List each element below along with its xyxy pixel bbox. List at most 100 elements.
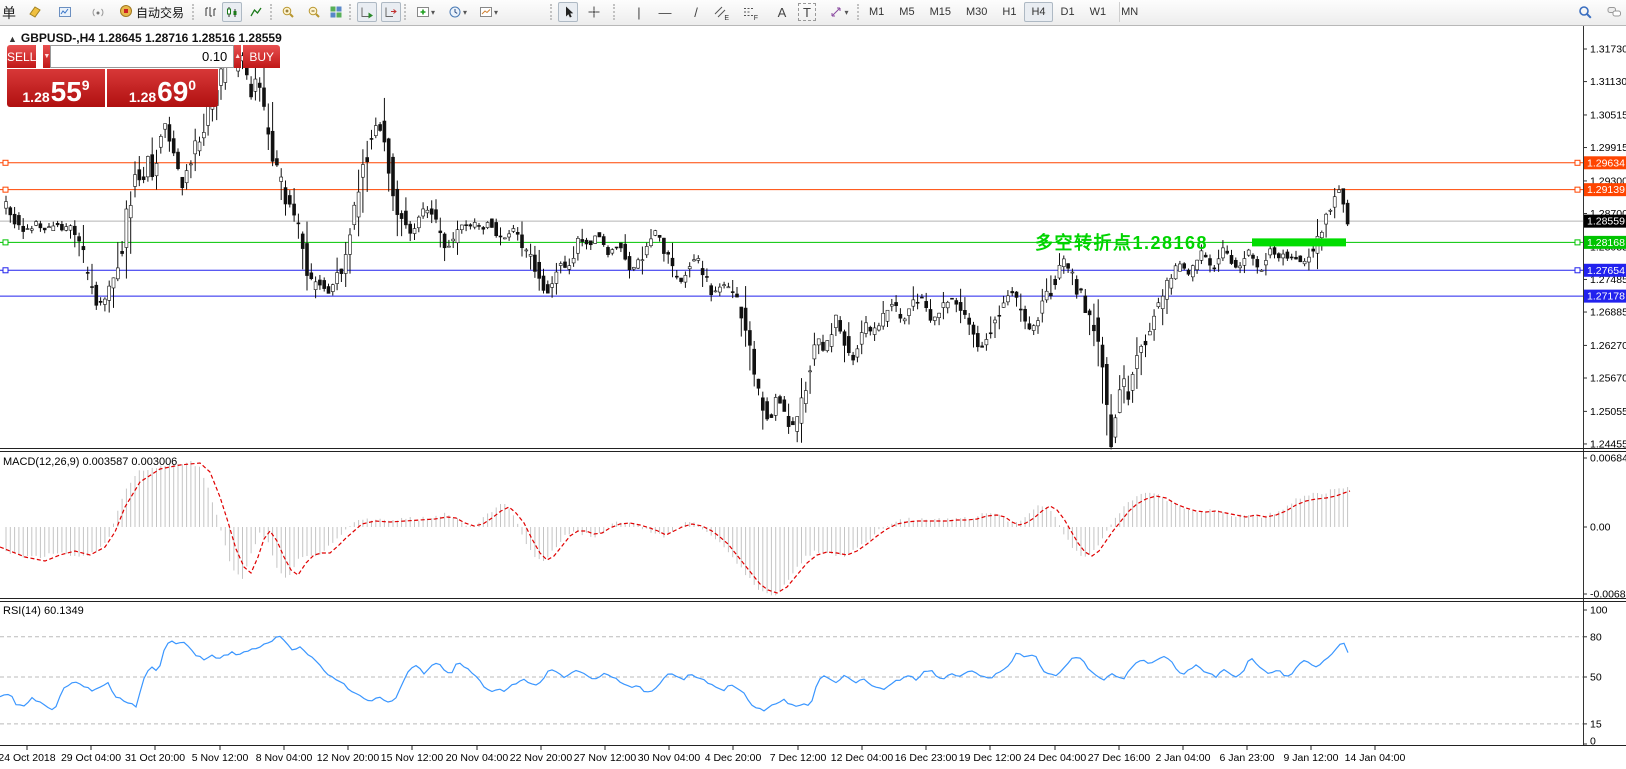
candle-body	[572, 258, 575, 263]
collapse-marker-icon[interactable]: ▲	[8, 34, 17, 44]
candle-body	[1110, 415, 1113, 447]
candle-body	[254, 79, 257, 91]
timeframe-button-h4[interactable]: H4	[1024, 2, 1052, 22]
volume-input[interactable]	[50, 45, 234, 68]
timeframe-button-w1[interactable]: W1	[1083, 2, 1114, 22]
candle-body	[1312, 249, 1315, 251]
tile-windows-button[interactable]	[326, 2, 346, 22]
line-handle[interactable]	[1575, 240, 1580, 245]
timeframe-button-m1[interactable]: M1	[862, 2, 891, 22]
autotrading-label: 自动交易	[136, 4, 184, 21]
search-button[interactable]	[1575, 2, 1595, 22]
main-toolbar: 单 自动交易 ▾ ▾	[0, 0, 1626, 26]
candle-body	[809, 371, 812, 372]
candle-body	[490, 219, 493, 228]
candle-body	[1080, 289, 1083, 290]
line-handle[interactable]	[3, 268, 8, 273]
cursor-button[interactable]	[558, 2, 578, 22]
chart-canvas[interactable]: 1.317301.311301.305151.299151.293001.287…	[0, 25, 1626, 769]
candle-body	[297, 223, 300, 224]
rsi-axis-label: 50	[1590, 672, 1602, 684]
highlight-bar[interactable]	[1252, 238, 1346, 246]
time-axis[interactable]: 24 Oct 201829 Oct 04:0031 Oct 20:005 Nov…	[0, 746, 1406, 764]
candle-body	[56, 223, 59, 224]
timeframe-button-d1[interactable]: D1	[1054, 2, 1082, 22]
signal-button[interactable]	[88, 2, 108, 22]
new-order-button[interactable]	[25, 2, 45, 22]
sell-button[interactable]: SELL	[7, 45, 36, 68]
time-tick-label: 14 Jan 04:00	[1345, 752, 1406, 764]
channel-tool-button[interactable]: E	[710, 2, 730, 22]
price-badge-label: 1.27654	[1587, 265, 1625, 277]
crosshair-button[interactable]	[584, 2, 604, 22]
line-handle[interactable]	[1575, 187, 1580, 192]
line-handle[interactable]	[3, 160, 8, 165]
sell-price-display[interactable]: 1.28559	[7, 69, 105, 107]
zoom-out-button[interactable]	[304, 2, 324, 22]
candle-body	[146, 156, 149, 176]
toolbar-grip[interactable]	[550, 4, 555, 20]
bar-chart-button[interactable]	[200, 2, 220, 22]
candle-body	[650, 239, 653, 246]
candle-body	[1002, 303, 1005, 307]
text-tool-button[interactable]: A	[772, 2, 792, 22]
auto-scroll-icon	[360, 5, 374, 19]
toolbar-grip[interactable]	[613, 4, 618, 20]
pivot-annotation[interactable]: 多空转折点1.28168	[1035, 229, 1208, 255]
candle-body	[516, 232, 519, 234]
candle-body	[564, 262, 567, 268]
candle-body	[843, 332, 846, 346]
candle-body	[1342, 189, 1345, 204]
fibonacci-tool-button[interactable]: F	[739, 2, 759, 22]
autotrading-button[interactable]: 自动交易	[116, 2, 187, 22]
periods-button[interactable]: ▾	[444, 2, 471, 22]
line-chart-button[interactable]	[246, 2, 266, 22]
rsi-name: RSI(14)	[3, 605, 41, 617]
candle-body	[981, 346, 984, 347]
candle-body	[602, 237, 605, 245]
arrows-tool-button[interactable]: ▾	[824, 2, 854, 22]
buy-price-display[interactable]: 1.28690	[107, 69, 218, 107]
zoom-in-button[interactable]	[278, 2, 298, 22]
line-handle[interactable]	[3, 240, 8, 245]
price-tick-label: 1.31130	[1590, 76, 1626, 88]
timeframe-button-m5[interactable]: M5	[892, 2, 921, 22]
trendline-tool-button[interactable]: /	[686, 2, 706, 22]
candle-body	[1041, 301, 1044, 313]
volume-decrease-button[interactable]: ▼	[43, 45, 50, 68]
menu-fragment[interactable]: 单	[2, 3, 16, 23]
candlestick-chart-button[interactable]	[222, 2, 242, 22]
volume-increase-button[interactable]: ▲	[234, 45, 241, 68]
candle-body	[1191, 266, 1194, 277]
buy-button[interactable]: BUY	[243, 45, 280, 68]
timeframe-button-m15[interactable]: M15	[923, 2, 958, 22]
toolbar-grip[interactable]	[404, 4, 409, 20]
toolbar-grip[interactable]	[192, 4, 197, 20]
toolbar-grip[interactable]	[349, 4, 354, 20]
candle-body	[1213, 268, 1216, 269]
candle-body	[521, 235, 524, 248]
candle-body	[1054, 279, 1057, 284]
candle-body	[628, 256, 631, 269]
templates-button[interactable]: ▾	[475, 2, 502, 22]
timeframe-button-h1[interactable]: H1	[995, 2, 1023, 22]
candle-body	[78, 237, 81, 241]
candle-body	[1049, 293, 1052, 295]
vertical-line-tool-button[interactable]: |	[629, 2, 649, 22]
candle-body	[852, 355, 855, 360]
chat-button[interactable]	[1604, 2, 1624, 22]
time-tick-label: 8 Nov 04:00	[256, 752, 313, 764]
chart-shift-button[interactable]	[381, 2, 401, 22]
horizontal-line-tool-button[interactable]: —	[655, 2, 675, 22]
line-handle[interactable]	[1575, 160, 1580, 165]
one-click-trading-panel: SELL ▼ ▲ BUY 1.28559 1.28690	[7, 45, 218, 107]
timeframe-button-m30[interactable]: M30	[959, 2, 994, 22]
auto-scroll-button[interactable]	[357, 2, 377, 22]
toolbar-grip[interactable]	[270, 4, 275, 20]
text-label-tool-button[interactable]: T	[798, 3, 816, 21]
line-handle[interactable]	[1575, 268, 1580, 273]
candle-body	[985, 339, 988, 344]
indicators-button[interactable]: ▾	[412, 2, 439, 22]
line-handle[interactable]	[3, 187, 8, 192]
chart-profile-button[interactable]	[55, 2, 75, 22]
